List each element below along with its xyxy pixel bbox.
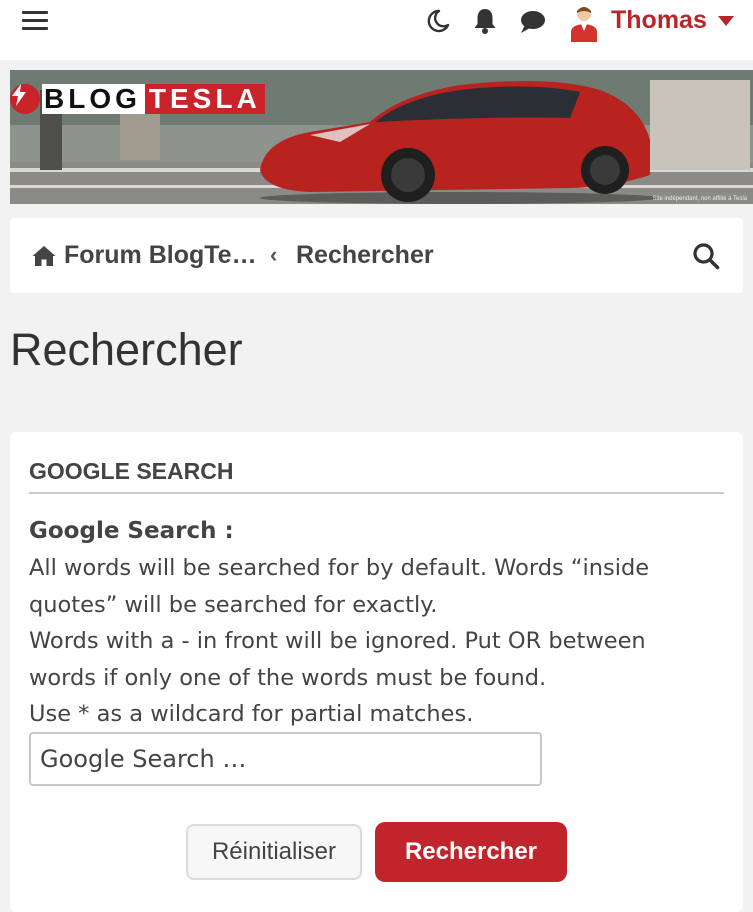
bell-icon[interactable] xyxy=(470,6,500,36)
breadcrumb: Forum BlogTe… ‹ Rechercher xyxy=(10,218,743,293)
site-banner[interactable]: BLOG TESLA Site indépendant, non affilié… xyxy=(10,70,753,204)
chat-icon[interactable] xyxy=(517,6,547,36)
google-search-panel: GOOGLE SEARCH Google Search : All words … xyxy=(10,432,743,912)
logo-blog-text: BLOG xyxy=(42,84,145,114)
google-search-label: Google Search : xyxy=(29,518,234,544)
breadcrumb-separator: ‹ xyxy=(270,242,278,267)
search-help-text: All words will be searched for by defaul… xyxy=(29,550,719,733)
reset-button[interactable]: Réinitialiser xyxy=(186,824,362,880)
breadcrumb-current[interactable]: Rechercher xyxy=(296,241,434,270)
search-submit-button[interactable]: Rechercher xyxy=(375,822,567,882)
breadcrumb-forum[interactable]: Forum BlogTe… xyxy=(64,241,257,270)
page-title: Rechercher xyxy=(10,324,243,375)
caret-down-icon[interactable] xyxy=(718,16,734,26)
avatar[interactable] xyxy=(567,4,601,42)
help-line: Words with a - in front will be ignored.… xyxy=(29,628,646,691)
panel-header: GOOGLE SEARCH xyxy=(29,458,724,494)
top-bar: Thomas xyxy=(0,0,753,60)
hamburger-icon[interactable] xyxy=(22,11,48,33)
home-icon[interactable] xyxy=(32,245,56,267)
user-name[interactable]: Thomas xyxy=(611,6,707,35)
banner-caption: Site indépendant, non affilié à Tesla xyxy=(652,196,747,202)
help-line: Use * as a wildcard for partial matches. xyxy=(29,701,474,727)
lightning-icon xyxy=(10,84,40,114)
logo-tesla-text: TESLA xyxy=(144,84,265,114)
help-line: All words will be searched for by defaul… xyxy=(29,555,650,618)
blogtesla-logo[interactable]: BLOG TESLA xyxy=(10,84,265,114)
search-icon[interactable] xyxy=(692,242,720,270)
google-search-input[interactable] xyxy=(29,732,542,786)
moon-icon[interactable] xyxy=(422,6,452,36)
